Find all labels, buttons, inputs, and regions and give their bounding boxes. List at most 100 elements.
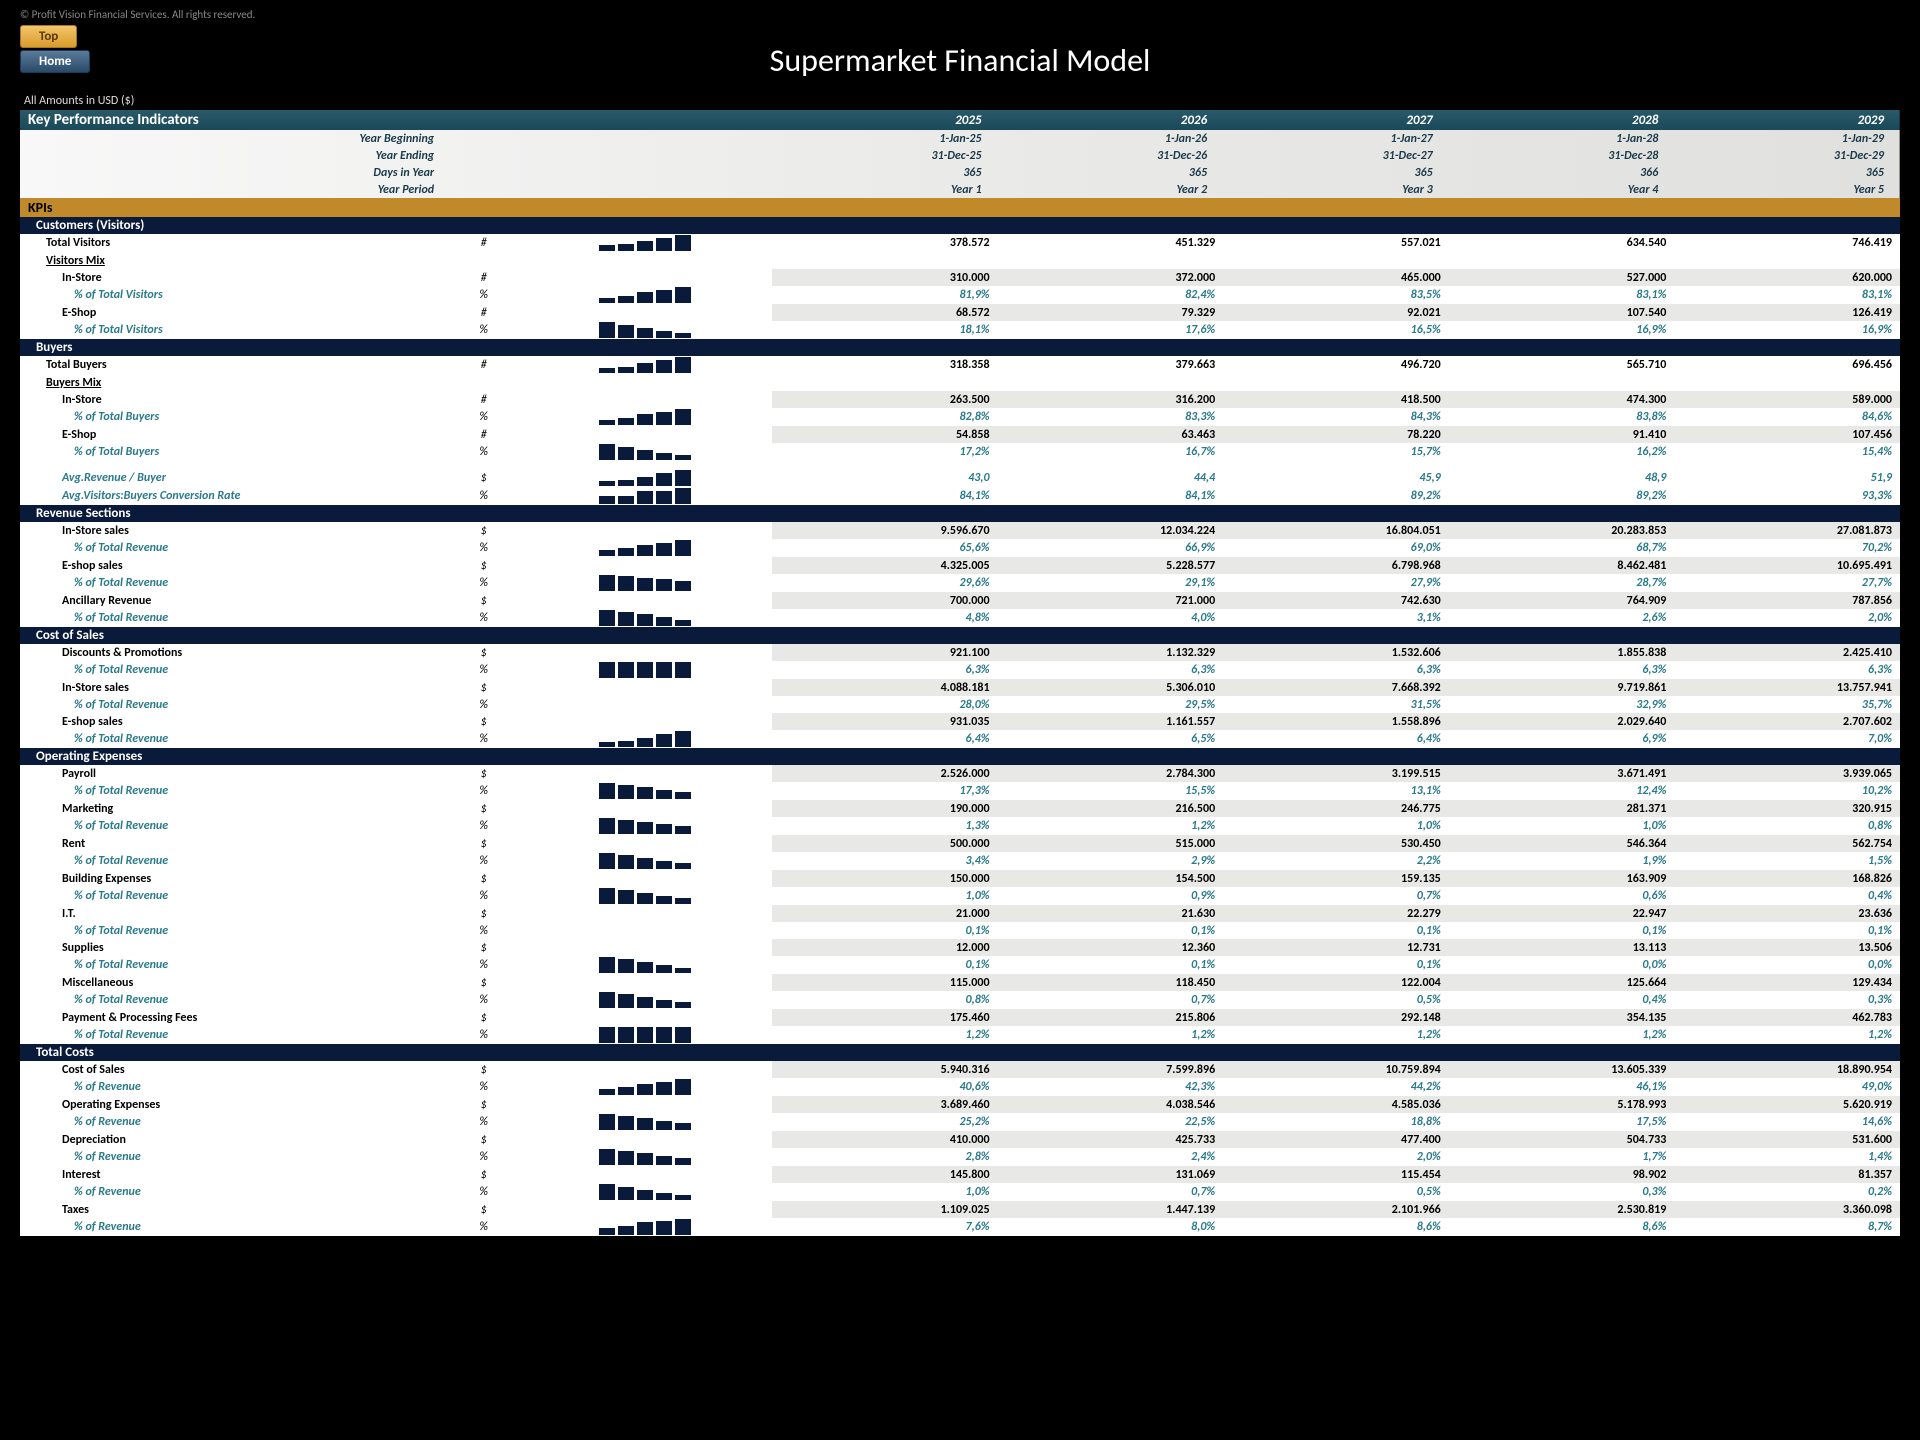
row-label: In-Store sales xyxy=(20,679,446,696)
unit: $ xyxy=(446,1166,521,1183)
cell-value: 9.596.670 xyxy=(772,522,998,539)
cell-value: 98.902 xyxy=(1449,1166,1675,1183)
cell-value: 496.720 xyxy=(1223,356,1449,374)
cell-value: 13.605.339 xyxy=(1449,1061,1675,1078)
cell-value: 35,7% xyxy=(1674,696,1900,713)
cell-value: 2,8% xyxy=(772,1148,998,1166)
cell-value: 216.500 xyxy=(998,800,1224,817)
unit: % xyxy=(446,539,521,557)
meta-value: 31-Dec-27 xyxy=(1223,147,1449,164)
unit: $ xyxy=(446,905,521,922)
unit: $ xyxy=(446,870,521,887)
cell-value: 44,4 xyxy=(998,469,1224,487)
unit: # xyxy=(446,356,521,374)
cell-value: 1.558.896 xyxy=(1223,713,1449,730)
cell-value: 546.364 xyxy=(1449,835,1675,852)
cell-value: 451.329 xyxy=(998,234,1224,252)
cell-value: 2,2% xyxy=(1223,852,1449,870)
cell-value: 84,1% xyxy=(998,487,1224,505)
sparkline xyxy=(521,1131,772,1148)
meta-value: 31-Dec-28 xyxy=(1449,147,1675,164)
section-header: Total Costs xyxy=(20,1044,1900,1061)
year-header: 2025 xyxy=(772,110,998,130)
section-header: Buyers xyxy=(20,339,1900,356)
row-label: E-Shop xyxy=(20,304,446,321)
cell-value: 4.038.546 xyxy=(998,1096,1224,1113)
sparkline xyxy=(521,443,772,461)
sparkline xyxy=(521,887,772,905)
cell-value: 89,2% xyxy=(1223,487,1449,505)
unit: % xyxy=(446,1113,521,1131)
cell-value: 48,9 xyxy=(1449,469,1675,487)
cell-value: 504.733 xyxy=(1449,1131,1675,1148)
cell-value: 1,0% xyxy=(1449,817,1675,835)
cell-value: 310.000 xyxy=(772,269,998,286)
cell-value: 316.200 xyxy=(998,391,1224,408)
cell-value: 25,2% xyxy=(772,1113,998,1131)
top-button[interactable]: Top xyxy=(20,25,77,48)
cell-value: 82,4% xyxy=(998,286,1224,304)
row-label: Total Visitors xyxy=(20,234,446,252)
row-label: % of Total Revenue xyxy=(20,991,446,1009)
cell-value: 17,6% xyxy=(998,321,1224,339)
cell-value: 0,3% xyxy=(1674,991,1900,1009)
cell-value: 27.081.873 xyxy=(1674,522,1900,539)
unit: $ xyxy=(446,974,521,991)
cell-value: 83,1% xyxy=(1449,286,1675,304)
cell-value: 21.000 xyxy=(772,905,998,922)
cell-value: 1,2% xyxy=(998,817,1224,835)
unit: % xyxy=(446,321,521,339)
cell-value: 17,2% xyxy=(772,443,998,461)
cell-value: 2,0% xyxy=(1674,609,1900,627)
cell-value: 89,2% xyxy=(1449,487,1675,505)
copyright: © Profit Vision Financial Services. All … xyxy=(20,8,1900,21)
sparkline xyxy=(521,905,772,922)
section-header: Cost of Sales xyxy=(20,627,1900,644)
cell-value: 530.450 xyxy=(1223,835,1449,852)
sparkline xyxy=(521,391,772,408)
year-header: 2028 xyxy=(1449,110,1675,130)
sparkline xyxy=(521,922,772,939)
cell-value: 168.826 xyxy=(1674,870,1900,887)
cell-value: 2,4% xyxy=(998,1148,1224,1166)
cell-value: 6,5% xyxy=(998,730,1224,748)
cell-value: 477.400 xyxy=(1223,1131,1449,1148)
cell-value: 2.530.819 xyxy=(1449,1201,1675,1218)
cell-value: 10.695.491 xyxy=(1674,557,1900,574)
cell-value: 354.135 xyxy=(1449,1009,1675,1026)
cell-value: 5.620.919 xyxy=(1674,1096,1900,1113)
home-button[interactable]: Home xyxy=(20,50,90,73)
cell-value: 163.909 xyxy=(1449,870,1675,887)
cell-value: 3.939.065 xyxy=(1674,765,1900,782)
unit: $ xyxy=(446,939,521,956)
cell-value: 122.004 xyxy=(1223,974,1449,991)
meta-value: 365 xyxy=(1223,164,1449,181)
sparkline xyxy=(521,234,772,252)
sparkline xyxy=(521,1183,772,1201)
cell-value: 107.456 xyxy=(1674,426,1900,443)
cell-value: 84,6% xyxy=(1674,408,1900,426)
cell-value: 6,3% xyxy=(772,661,998,679)
cell-value: 5.306.010 xyxy=(998,679,1224,696)
cell-value: 515.000 xyxy=(998,835,1224,852)
cell-value: 562.754 xyxy=(1674,835,1900,852)
cell-value: 1,0% xyxy=(772,887,998,905)
row-label: In-Store xyxy=(20,269,446,286)
cell-value: 0,0% xyxy=(1449,956,1675,974)
cell-value: 13,1% xyxy=(1223,782,1449,800)
cell-value: 465.000 xyxy=(1223,269,1449,286)
sparkline xyxy=(521,730,772,748)
row-label: % of Total Revenue xyxy=(20,782,446,800)
unit: % xyxy=(446,574,521,592)
cell-value: 49,0% xyxy=(1674,1078,1900,1096)
kpi-header: Key Performance Indicators xyxy=(20,110,446,130)
cell-value: 0,7% xyxy=(998,1183,1224,1201)
cell-value: 16,5% xyxy=(1223,321,1449,339)
cell-value: 27,7% xyxy=(1674,574,1900,592)
unit: $ xyxy=(446,679,521,696)
sparkline xyxy=(521,1061,772,1078)
cell-value: 83,8% xyxy=(1449,408,1675,426)
row-label: Operating Expenses xyxy=(20,1096,446,1113)
cell-value: 15,4% xyxy=(1674,443,1900,461)
cell-value: 83,1% xyxy=(1674,286,1900,304)
